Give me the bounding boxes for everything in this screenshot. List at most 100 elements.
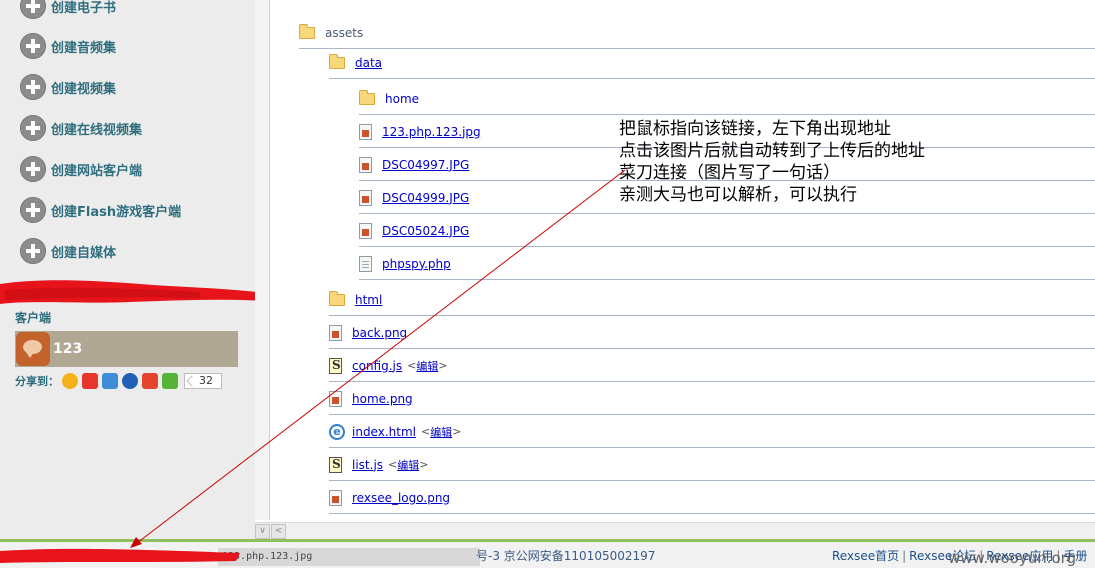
image-file-icon <box>329 489 342 506</box>
share-label: 分享到： <box>15 375 59 388</box>
scroll-down-arrow-icon[interactable]: ∨ <box>255 524 270 539</box>
tree-item-link[interactable]: phpspy.php <box>382 257 451 271</box>
redaction-mark <box>0 280 285 304</box>
renren-icon[interactable] <box>122 373 138 389</box>
client-section-title: 客户端 <box>15 311 52 325</box>
edit-bracket: < <box>388 458 398 471</box>
annotation-note: 把鼠标指向该链接，左下角出现地址 点击该图片后就自动转到了上传后的地址 菜刀连接… <box>619 118 925 206</box>
image-file-icon <box>359 189 372 206</box>
tree-item-link[interactable]: list.js <box>352 458 383 472</box>
create-audio-label: 创建音频集 <box>51 40 117 56</box>
tree-row-list-js[interactable]: list.js <编辑> <box>329 449 1095 481</box>
edit-bracket: > <box>438 359 448 372</box>
panel-gutter <box>255 0 270 520</box>
chat-bubble-icon <box>16 332 50 366</box>
folder-icon <box>299 23 315 39</box>
create-self-media-item[interactable]: 创建自媒体 <box>20 238 116 264</box>
qzone-icon[interactable] <box>62 373 78 389</box>
weibo-icon[interactable] <box>82 373 98 389</box>
tree-item-link[interactable]: home.png <box>352 392 413 406</box>
create-video-label: 创建视频集 <box>51 81 117 97</box>
tree-row-rexsee-logo[interactable]: rexsee_logo.png <box>329 482 1095 514</box>
share-count: 32 <box>184 373 222 389</box>
tree-row-home-folder[interactable]: home <box>359 83 1095 115</box>
tree-row-html[interactable]: html <box>329 284 1095 316</box>
edit-bracket: < <box>407 359 417 372</box>
pengyou-icon[interactable] <box>102 373 118 389</box>
folder-icon <box>329 290 345 306</box>
create-website-client-item[interactable]: 创建网站客户端 <box>20 156 142 182</box>
create-online-video-item[interactable]: 创建在线视频集 <box>20 115 142 141</box>
tree-item-link[interactable]: DSC04997.JPG <box>382 158 469 172</box>
edit-link[interactable]: 编辑 <box>416 358 438 374</box>
annotation-line: 亲测大马也可以解析，可以执行 <box>619 185 857 205</box>
create-ebook-item[interactable]: 创建电子书 <box>20 0 116 19</box>
tree-row-phpspy[interactable]: phpspy.php <box>359 248 1095 280</box>
horizontal-scrollbar[interactable]: ∨ < <box>255 522 1095 539</box>
footer-separator: | <box>902 549 907 563</box>
document-file-icon <box>359 255 372 272</box>
redaction-mark <box>0 548 240 563</box>
create-flash-game-client-item[interactable]: 创建Flash游戏客户端 <box>20 197 181 223</box>
image-file-icon <box>359 156 372 173</box>
tree-item-link[interactable]: html <box>355 293 382 307</box>
plus-icon <box>20 238 46 264</box>
annotation-line: 菜刀连接（图片写了一句话） <box>619 163 840 183</box>
client-item[interactable]: 123 <box>15 331 238 367</box>
create-online-video-label: 创建在线视频集 <box>51 122 143 138</box>
kaixin-icon[interactable] <box>142 373 158 389</box>
create-video-item[interactable]: 创建视频集 <box>20 74 116 100</box>
tree-item-link[interactable]: back.png <box>352 326 407 340</box>
folder-icon <box>329 53 345 69</box>
tree-item-link[interactable]: 123.php.123.jpg <box>382 125 481 139</box>
edit-bracket: > <box>452 425 462 438</box>
edit-bracket: > <box>419 458 429 471</box>
script-file-icon <box>329 456 342 473</box>
folder-icon <box>359 89 375 105</box>
more-share-icon[interactable] <box>162 373 178 389</box>
tree-item-link[interactable]: data <box>355 56 382 70</box>
image-file-icon <box>359 222 372 239</box>
tree-row-index-html[interactable]: e index.html < 编辑 > <box>329 416 1095 448</box>
plus-icon <box>20 0 46 19</box>
tree-item-link[interactable]: DSC04999.JPG <box>382 191 469 205</box>
image-file-icon <box>329 324 342 341</box>
create-self-media-label: 创建自媒体 <box>51 245 117 261</box>
create-ebook-label: 创建电子书 <box>51 0 117 16</box>
create-audio-item[interactable]: 创建音频集 <box>20 33 116 59</box>
tree-item-link[interactable]: index.html <box>352 425 416 439</box>
tree-row-config-js[interactable]: config.js <编辑> <box>329 350 1095 382</box>
tree-row-home-png[interactable]: home.png <box>329 383 1095 415</box>
share-bar: 分享到： 32 <box>15 373 222 389</box>
script-file-icon <box>329 357 342 374</box>
icp-license-text: 号-3 京公网安备110105002197 <box>476 549 656 563</box>
tree-row-assets[interactable]: assets <box>299 17 1095 49</box>
tree-row-dsc05024[interactable]: DSC05024.JPG <box>359 215 1095 247</box>
plus-icon <box>20 197 46 223</box>
edit-link[interactable]: 编辑 <box>397 457 419 473</box>
image-file-icon <box>359 123 372 140</box>
edit-link[interactable]: 编辑 <box>430 424 452 440</box>
status-bar-url: 123.php.123.jpg <box>218 548 480 566</box>
scroll-left-arrow-icon[interactable]: < <box>271 524 286 539</box>
create-flash-game-client-label: 创建Flash游戏客户端 <box>51 204 182 220</box>
create-website-client-label: 创建网站客户端 <box>51 163 143 179</box>
tree-row-back-png[interactable]: back.png <box>329 317 1095 349</box>
tree-item-link[interactable]: home <box>385 92 419 106</box>
plus-icon <box>20 115 46 141</box>
tree-item-label: assets <box>325 25 364 40</box>
tree-row-data[interactable]: data <box>329 47 1095 79</box>
edit-bracket: < <box>420 425 431 438</box>
client-name: 123 <box>53 341 83 357</box>
plus-icon <box>20 156 46 182</box>
annotation-line: 把鼠标指向该链接，左下角出现地址 <box>619 119 891 139</box>
footer-link-home[interactable]: Rexsee首页 <box>832 549 899 563</box>
sidebar: 创建电子书 创建音频集 创建视频集 创建在线视频集 创建网站客户端 创建Flas… <box>0 0 255 540</box>
plus-icon <box>20 74 46 100</box>
tree-item-link[interactable]: DSC05024.JPG <box>382 224 469 238</box>
tree-item-link[interactable]: rexsee_logo.png <box>352 491 450 505</box>
image-file-icon <box>329 390 342 407</box>
tree-item-link[interactable]: config.js <box>352 359 402 373</box>
annotation-line: 点击该图片后就自动转到了上传后的地址 <box>619 141 925 161</box>
plus-icon <box>20 33 46 59</box>
